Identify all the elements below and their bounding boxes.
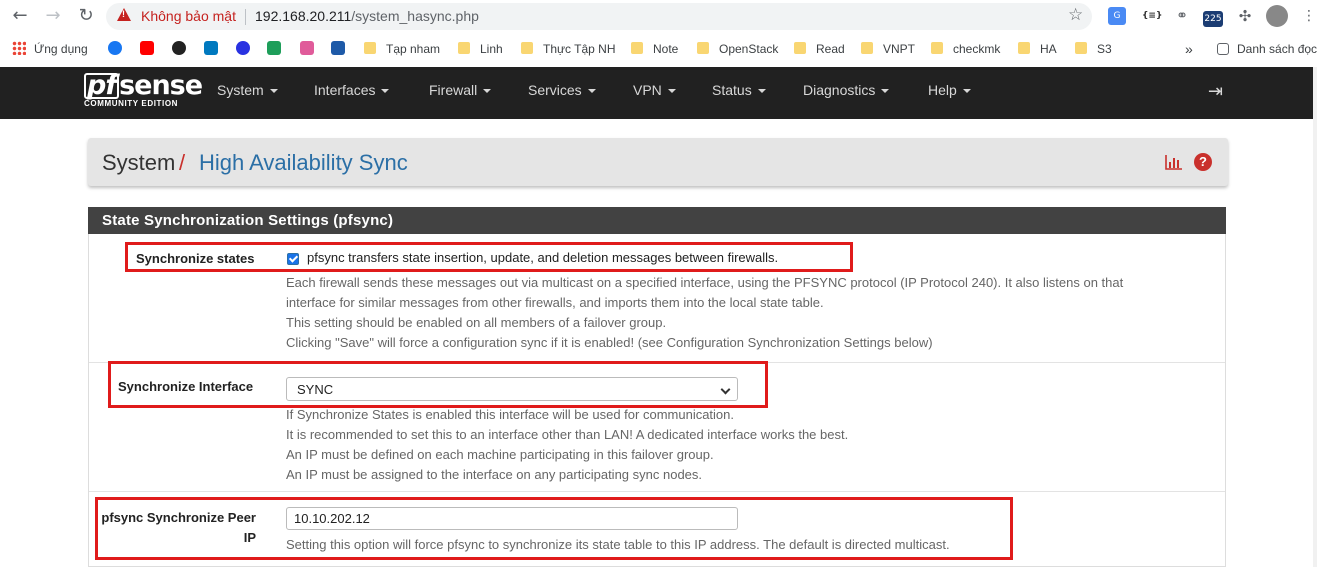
bookmark-folder-read[interactable]: Read	[794, 40, 845, 58]
address-bar[interactable]	[106, 3, 1092, 30]
bookmark-pink-icon[interactable]	[300, 40, 314, 58]
panel-heading: State Synchronization Settings (pfsync)	[88, 207, 1226, 234]
bookmarks-overflow[interactable]: »	[1185, 40, 1193, 58]
page-scrollbar[interactable]	[1313, 67, 1317, 567]
baidu-icon[interactable]	[236, 40, 250, 58]
bookmarks-bar: Ứng dụng Tạp nham Linh Thực Tập NH Note …	[0, 35, 1317, 63]
folder-icon	[521, 42, 533, 54]
bookmark-folder-linh[interactable]: Linh	[458, 40, 503, 58]
profile-avatar[interactable]	[1266, 5, 1288, 27]
page-title[interactable]: High Availability Sync	[199, 150, 408, 176]
url-text[interactable]: 192.168.20.211/system_hasync.php	[255, 8, 479, 24]
bookmark-folder-vnpt[interactable]: VNPT	[861, 40, 915, 58]
folder-icon	[458, 42, 470, 54]
reload-icon[interactable]: ↻	[75, 5, 97, 27]
folder-icon	[931, 42, 943, 54]
breadcrumb-separator: /	[179, 150, 186, 175]
bookmark-folder-tapnham[interactable]: Tạp nham	[364, 40, 440, 58]
forward-icon[interactable]: →	[42, 5, 64, 27]
row-divider	[89, 491, 1225, 492]
nav-firewall[interactable]: Firewall	[429, 82, 492, 98]
folder-icon	[364, 42, 376, 54]
status-chart-icon[interactable]	[1165, 154, 1183, 170]
counter-extension-icon[interactable]: 225	[1203, 11, 1223, 27]
breadcrumb-parent[interactable]: System	[102, 150, 175, 176]
highlight-box-sync-interface	[108, 361, 768, 408]
youtube-icon[interactable]	[140, 40, 154, 58]
bookmark-folder-s3[interactable]: S3	[1075, 40, 1112, 58]
json-extension-icon[interactable]: {≡}	[1142, 7, 1162, 25]
sync-interface-help-1: If Synchronize States is enabled this in…	[286, 407, 735, 422]
sync-states-help-3: This setting should be enabled on all me…	[286, 315, 667, 330]
pfsense-logo[interactable]: pf sense COMMUNITY EDITION	[84, 72, 203, 108]
nav-system[interactable]: System	[217, 82, 278, 98]
folder-icon	[794, 42, 806, 54]
bookmark-folder-note[interactable]: Note	[631, 40, 678, 58]
apps-grid-icon	[12, 41, 26, 55]
extensions-puzzle-icon[interactable]: ✣	[1236, 7, 1254, 25]
folder-icon	[1075, 42, 1087, 54]
browser-toolbar: ← → ↻ Không bảo mật 192.168.20.211/syste…	[0, 0, 1317, 33]
bookmark-apps[interactable]: Ứng dụng	[12, 40, 88, 58]
warning-icon	[117, 8, 131, 21]
sync-interface-help-4: An IP must be assigned to the interface …	[286, 467, 703, 482]
bookmark-green-icon[interactable]	[267, 40, 281, 58]
bookmark-folder-checkmk[interactable]: checkmk	[931, 40, 1000, 58]
facebook-icon[interactable]	[108, 40, 122, 58]
bookmark-star-icon[interactable]: ☆	[1068, 5, 1083, 25]
link-extension-icon[interactable]: ⚭	[1173, 7, 1191, 25]
help-icon[interactable]: ?	[1194, 153, 1212, 171]
nav-interfaces[interactable]: Interfaces	[314, 82, 390, 98]
sync-interface-help-2: It is recommended to set this to an inte…	[286, 427, 849, 442]
sync-states-help-2: interface for similar messages from othe…	[286, 295, 824, 310]
highlight-box-sync-states	[125, 242, 853, 272]
bookmark-pf-icon[interactable]	[331, 40, 345, 58]
breadcrumb: System / High Availability Sync ?	[88, 138, 1228, 186]
reading-list[interactable]: Danh sách đọc	[1217, 40, 1317, 58]
bookmark-folder-openstack[interactable]: OpenStack	[697, 40, 778, 58]
trello-icon[interactable]	[204, 40, 218, 58]
bookmark-folder-ha[interactable]: HA	[1018, 40, 1057, 58]
menu-dots-icon[interactable]: ⋮	[1300, 7, 1317, 25]
nav-status[interactable]: Status	[712, 82, 766, 98]
folder-icon	[631, 42, 643, 54]
folder-icon	[861, 42, 873, 54]
sync-states-help-1: Each firewall sends these messages out v…	[286, 275, 1124, 290]
github-icon[interactable]	[172, 40, 186, 58]
top-navbar: pf sense COMMUNITY EDITION System Interfa…	[0, 67, 1313, 119]
nav-vpn[interactable]: VPN	[633, 82, 676, 98]
security-status[interactable]: Không bảo mật	[141, 8, 236, 24]
sync-interface-help-3: An IP must be defined on each machine pa…	[286, 447, 714, 462]
nav-services[interactable]: Services	[528, 82, 596, 98]
back-icon[interactable]: ←	[9, 5, 31, 27]
omnibox-divider	[245, 9, 246, 25]
folder-icon	[697, 42, 709, 54]
folder-icon	[1018, 42, 1030, 54]
highlight-box-peer-ip	[95, 497, 1013, 560]
logout-icon[interactable]: ⇥	[1208, 81, 1223, 102]
nav-diagnostics[interactable]: Diagnostics	[803, 82, 890, 98]
bookmark-folder-thuctap[interactable]: Thực Tập NH	[521, 40, 616, 58]
nav-help[interactable]: Help	[928, 82, 971, 98]
translate-extension-icon[interactable]: G	[1108, 7, 1126, 25]
sync-states-help-4: Clicking "Save" will force a configurati…	[286, 335, 933, 350]
